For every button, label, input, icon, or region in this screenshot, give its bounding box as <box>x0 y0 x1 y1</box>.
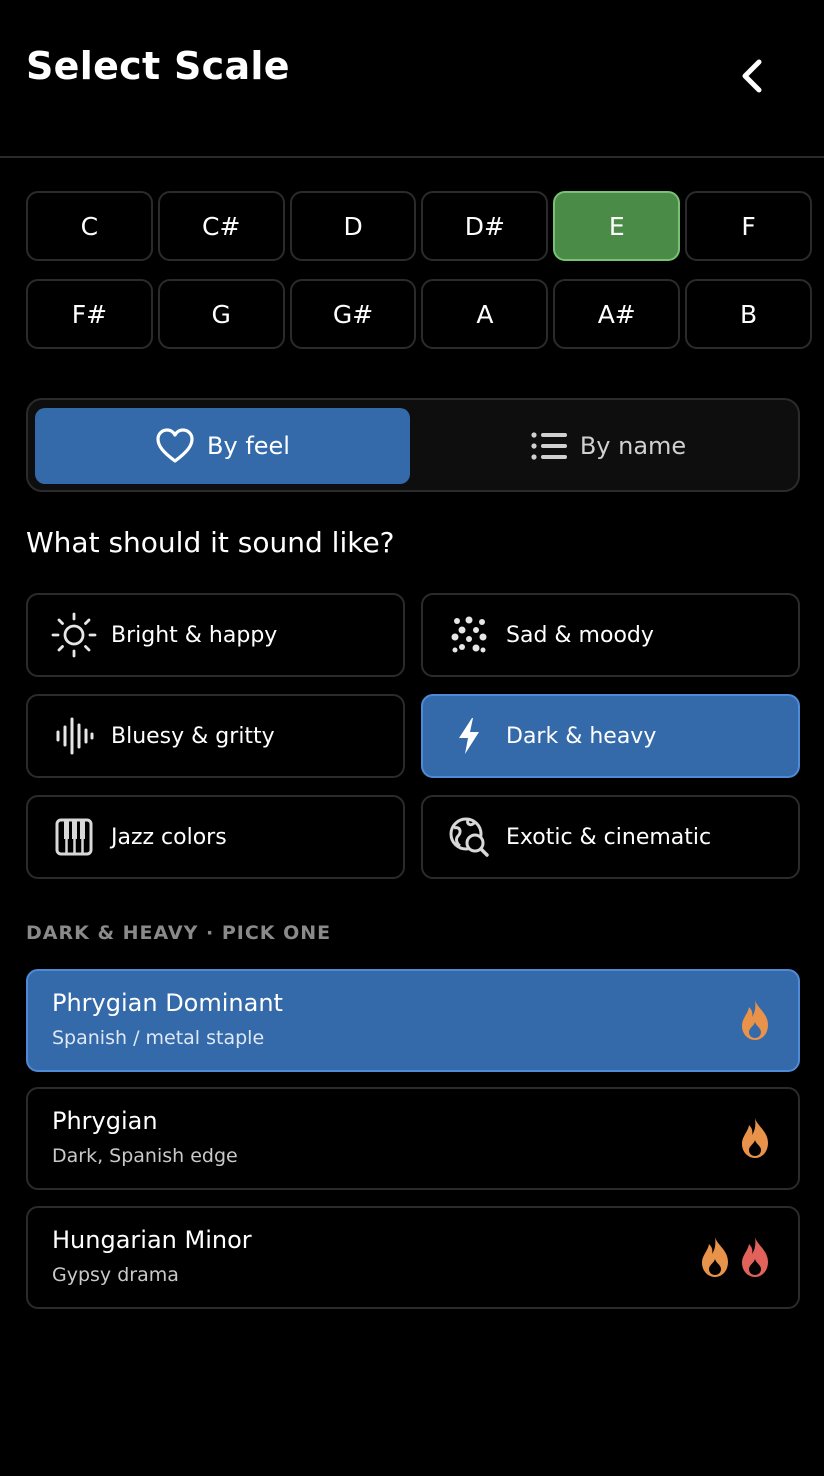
feel-option-bluesy-gritty[interactable]: Bluesy & gritty <box>26 694 405 778</box>
heart-icon <box>156 428 194 463</box>
question-heading: What should it sound like? <box>26 526 395 559</box>
feel-option-sad-moody[interactable]: Sad & moody <box>421 593 800 677</box>
scale-name: Phrygian <box>52 1107 158 1135</box>
header: Select Scale <box>0 0 824 158</box>
bolt-icon <box>445 712 493 760</box>
dots-icon <box>445 611 493 659</box>
key-button[interactable]: G# <box>289 279 417 349</box>
scale-description: Dark, Spanish edge <box>52 1145 238 1167</box>
by-feel-tab[interactable]: By feel <box>35 408 410 484</box>
list-icon <box>531 432 567 460</box>
intensity-rating <box>738 998 772 1042</box>
key-button[interactable]: C <box>26 191 153 261</box>
key-button[interactable]: A <box>421 279 549 349</box>
section-label: DARK & HEAVY · PICK ONE <box>26 922 332 944</box>
key-button[interactable]: F <box>685 191 812 261</box>
feel-label: Jazz colors <box>111 824 227 850</box>
scale-description: Gypsy drama <box>52 1264 179 1286</box>
back-button[interactable] <box>726 50 778 102</box>
mode-toggle: By feel By name <box>26 398 800 492</box>
feel-label: Bright & happy <box>111 622 278 648</box>
flame-icon <box>742 1000 768 1040</box>
scale-item-phrygian[interactable]: Phrygian Dark, Spanish edge <box>26 1087 800 1190</box>
feel-label: Bluesy & gritty <box>111 723 275 749</box>
key-row-2: F# G G# A A# B <box>26 279 812 349</box>
key-selector: C C# D D# E F F# G G# A A# B <box>26 191 812 367</box>
flame-icon <box>742 1118 768 1158</box>
by-feel-label: By feel <box>207 432 290 460</box>
select-scale-screen: Select Scale C C# D D# E F F# G G# A A# … <box>0 0 824 1476</box>
key-button[interactable]: B <box>685 279 812 349</box>
by-name-label: By name <box>579 432 687 460</box>
key-row-1: C C# D D# E F <box>26 191 812 261</box>
feel-option-bright-happy[interactable]: Bright & happy <box>26 593 405 677</box>
intensity-rating <box>698 1235 772 1279</box>
waveform-icon <box>50 712 98 760</box>
scale-name: Hungarian Minor <box>52 1226 252 1254</box>
feel-option-exotic-cinematic[interactable]: Exotic & cinematic <box>421 795 800 879</box>
globe-search-icon <box>445 813 493 861</box>
feel-label: Sad & moody <box>506 622 654 648</box>
chevron-left-icon <box>742 59 762 93</box>
feel-option-jazz-colors[interactable]: Jazz colors <box>26 795 405 879</box>
flame-icon <box>742 1237 768 1277</box>
by-name-tab[interactable]: By name <box>428 408 788 484</box>
key-button[interactable]: C# <box>157 191 285 261</box>
piano-icon <box>50 813 98 861</box>
feel-option-dark-heavy[interactable]: Dark & heavy <box>421 694 800 778</box>
scale-item-phrygian-dominant[interactable]: Phrygian Dominant Spanish / metal staple <box>26 969 800 1072</box>
key-button-selected[interactable]: E <box>553 191 681 261</box>
key-button[interactable]: F# <box>26 279 153 349</box>
page-title: Select Scale <box>26 44 290 88</box>
feel-label: Exotic & cinematic <box>506 824 712 850</box>
key-button[interactable]: D <box>289 191 417 261</box>
feel-label: Dark & heavy <box>506 723 657 749</box>
scale-description: Spanish / metal staple <box>52 1027 265 1049</box>
scale-item-hungarian-minor[interactable]: Hungarian Minor Gypsy drama <box>26 1206 800 1309</box>
key-button[interactable]: G <box>157 279 285 349</box>
key-button[interactable]: A# <box>553 279 681 349</box>
intensity-rating <box>738 1116 772 1160</box>
flame-icon <box>702 1237 728 1277</box>
key-button[interactable]: D# <box>421 191 549 261</box>
scale-name: Phrygian Dominant <box>52 989 283 1017</box>
sun-icon <box>50 611 98 659</box>
